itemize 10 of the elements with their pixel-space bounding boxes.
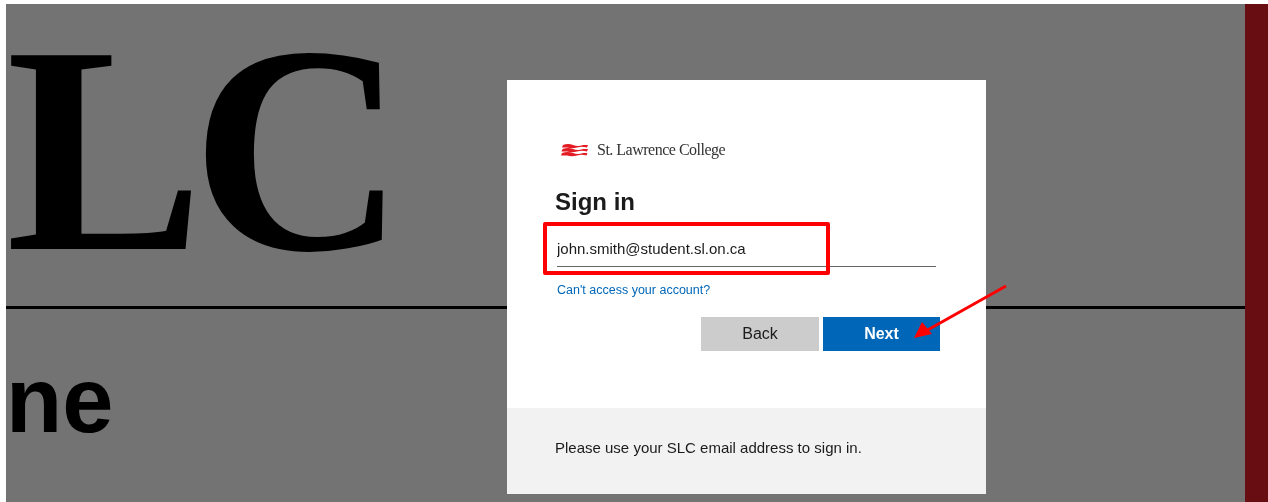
help-link[interactable]: Can't access your account?: [557, 281, 711, 300]
footer-text: Please use your SLC email address to sign in.: [555, 439, 862, 456]
logo-text: LC: [6, 24, 394, 274]
next-button[interactable]: Next: [823, 317, 940, 351]
college-name: St. Lawrence College: [597, 140, 726, 161]
dialog-title: Sign in: [555, 187, 636, 217]
heading-text: ne: [6, 355, 115, 445]
back-button[interactable]: Back: [701, 317, 819, 351]
email-field[interactable]: john.smith@student.sl.on.ca: [557, 231, 936, 267]
waves-icon: [561, 143, 589, 157]
